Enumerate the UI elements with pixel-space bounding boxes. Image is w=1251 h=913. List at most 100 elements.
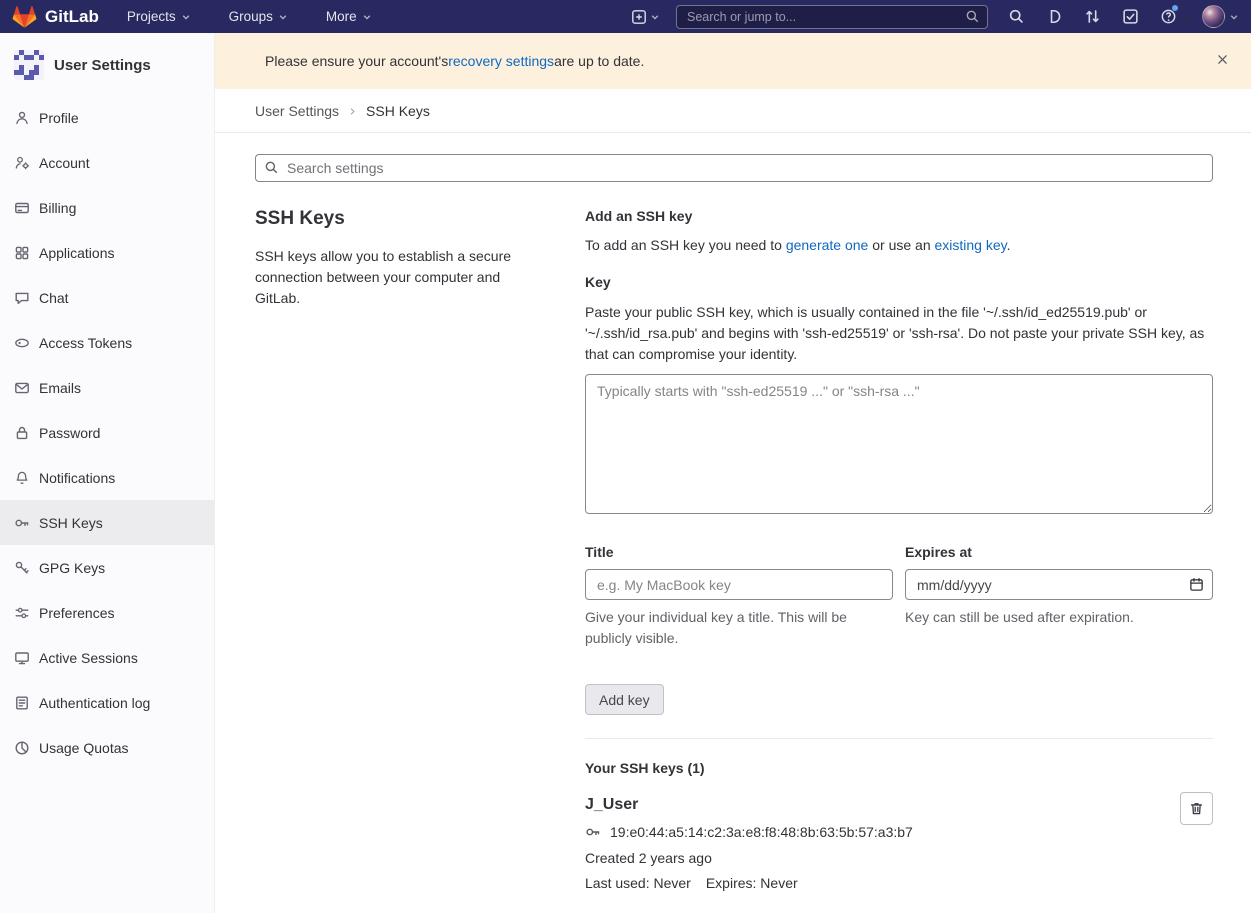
section-intro: SSH Keys SSH keys allow you to establish…	[255, 208, 545, 309]
usage-quotas-icon	[14, 740, 30, 756]
user-avatar	[1202, 5, 1225, 28]
gpg-keys-icon	[14, 560, 30, 576]
section-description: SSH keys allow you to establish a secure…	[255, 246, 545, 309]
new-menu-button[interactable]	[631, 9, 660, 25]
chat-icon	[14, 290, 30, 306]
chevron-right-icon	[348, 107, 357, 116]
chevron-down-icon	[650, 12, 660, 22]
sidebar-title: User Settings	[54, 57, 151, 74]
nav-item-more[interactable]: More	[326, 9, 372, 24]
ssh-key-list-item: J_User 19:e0:44:a5:14:c2:3a:e8:f8:48:8b:…	[585, 796, 1213, 891]
navbar-menu: Projects Groups More	[127, 9, 372, 24]
user-identicon-avatar	[14, 50, 44, 80]
ssh-key-title: J_User	[585, 796, 1163, 814]
sidebar-item-applications[interactable]: Applications	[0, 230, 214, 275]
sidebar-item-access-tokens[interactable]: Access Tokens	[0, 320, 214, 365]
add-ssh-key-heading: Add an SSH key	[585, 208, 1213, 224]
key-field-label: Key	[585, 274, 1213, 290]
todos-icon[interactable]	[1122, 8, 1139, 25]
user-menu-button[interactable]	[1202, 5, 1239, 28]
generate-one-link[interactable]: generate one	[786, 237, 869, 253]
sidebar-nav: Profile Account Billing Applications Cha…	[0, 95, 214, 770]
breadcrumb-current: SSH Keys	[366, 103, 430, 119]
gitlab-tanuki-icon	[12, 5, 37, 29]
sidebar-item-chat[interactable]: Chat	[0, 275, 214, 320]
sidebar-item-authentication-log[interactable]: Authentication log	[0, 680, 214, 725]
notification-dot	[1172, 5, 1178, 11]
sidebar-item-ssh-keys[interactable]: SSH Keys	[0, 500, 214, 545]
sidebar-item-billing[interactable]: Billing	[0, 185, 214, 230]
nav-item-projects[interactable]: Projects	[127, 9, 191, 24]
search-icon[interactable]	[1008, 8, 1025, 25]
alert-text-before: Please ensure your account's	[265, 53, 448, 69]
expires-field: Expires at Key can still be used after e…	[905, 544, 1213, 649]
title-input[interactable]	[585, 569, 893, 600]
gitlab-home-link[interactable]: GitLab	[12, 5, 99, 29]
top-navbar: GitLab Projects Groups More	[0, 0, 1251, 33]
expires-at-date-input[interactable]	[905, 569, 1213, 600]
recovery-settings-alert: Please ensure your account's recovery se…	[215, 33, 1251, 89]
section-divider	[585, 738, 1213, 739]
title-expires-row: Title Give your individual key a title. …	[585, 544, 1213, 649]
chevron-down-icon	[1180, 12, 1190, 22]
chevron-down-icon	[181, 12, 191, 22]
sidebar-item-account[interactable]: Account	[0, 140, 214, 185]
sidebar-item-active-sessions[interactable]: Active Sessions	[0, 635, 214, 680]
password-icon	[14, 425, 30, 441]
ssh-keys-icon	[14, 515, 30, 531]
emails-icon	[14, 380, 30, 396]
ssh-key-last-used: Last used: Never	[585, 875, 691, 891]
sidebar-item-profile[interactable]: Profile	[0, 95, 214, 140]
ssh-key-fingerprint: 19:e0:44:a5:14:c2:3a:e8:f8:48:8b:63:5b:5…	[610, 824, 913, 840]
sidebar-item-gpg-keys[interactable]: GPG Keys	[0, 545, 214, 590]
chevron-down-icon	[278, 12, 288, 22]
issues-icon[interactable]	[1046, 8, 1063, 25]
help-menu-button[interactable]	[1160, 8, 1190, 25]
chevron-down-icon	[1229, 12, 1239, 22]
global-search-input[interactable]	[676, 5, 988, 29]
sidebar-item-emails[interactable]: Emails	[0, 365, 214, 410]
breadcrumb-user-settings[interactable]: User Settings	[255, 103, 339, 119]
access-tokens-icon	[14, 335, 30, 351]
breadcrumb: User Settings SSH Keys	[215, 89, 1251, 133]
active-sessions-icon	[14, 650, 30, 666]
search-icon	[264, 160, 279, 175]
title-field-label: Title	[585, 544, 893, 560]
authentication-log-icon	[14, 695, 30, 711]
ssh-key-created: Created 2 years ago	[585, 850, 1163, 866]
close-icon	[1216, 53, 1229, 66]
delete-key-button[interactable]	[1180, 792, 1213, 825]
alert-close-button[interactable]	[1212, 49, 1233, 73]
account-icon	[14, 155, 30, 171]
recovery-settings-link[interactable]: recovery settings	[448, 53, 554, 69]
applications-icon	[14, 245, 30, 261]
preferences-icon	[14, 605, 30, 621]
sidebar-item-preferences[interactable]: Preferences	[0, 590, 214, 635]
sidebar-item-notifications[interactable]: Notifications	[0, 455, 214, 500]
global-search	[676, 5, 988, 29]
plus-square-icon	[631, 9, 647, 25]
main-area: Please ensure your account's recovery se…	[215, 33, 1251, 913]
alert-text-after: are up to date.	[554, 53, 644, 69]
your-ssh-keys-heading: Your SSH keys (1)	[585, 760, 1213, 776]
sidebar-item-password[interactable]: Password	[0, 410, 214, 455]
notifications-icon	[14, 470, 30, 486]
ssh-key-fingerprint-row: 19:e0:44:a5:14:c2:3a:e8:f8:48:8b:63:5b:5…	[585, 824, 1163, 840]
nav-item-groups[interactable]: Groups	[229, 9, 288, 24]
merge-request-icon[interactable]	[1084, 8, 1101, 25]
page-title: SSH Keys	[255, 208, 545, 230]
billing-icon	[14, 200, 30, 216]
key-field-description: Paste your public SSH key, which is usua…	[585, 302, 1213, 365]
add-key-button[interactable]: Add key	[585, 684, 664, 715]
expires-help-text: Key can still be used after expiration.	[905, 607, 1213, 628]
ssh-key-expires: Expires: Never	[706, 875, 798, 891]
search-icon	[965, 9, 980, 24]
existing-key-link[interactable]: existing key	[935, 237, 1007, 253]
settings-search-input[interactable]	[255, 154, 1213, 182]
sidebar-header: User Settings	[0, 33, 214, 95]
settings-search	[255, 154, 1213, 182]
key-icon	[585, 824, 601, 840]
sidebar-item-usage-quotas[interactable]: Usage Quotas	[0, 725, 214, 770]
profile-icon	[14, 110, 30, 126]
ssh-key-textarea[interactable]	[585, 374, 1213, 514]
